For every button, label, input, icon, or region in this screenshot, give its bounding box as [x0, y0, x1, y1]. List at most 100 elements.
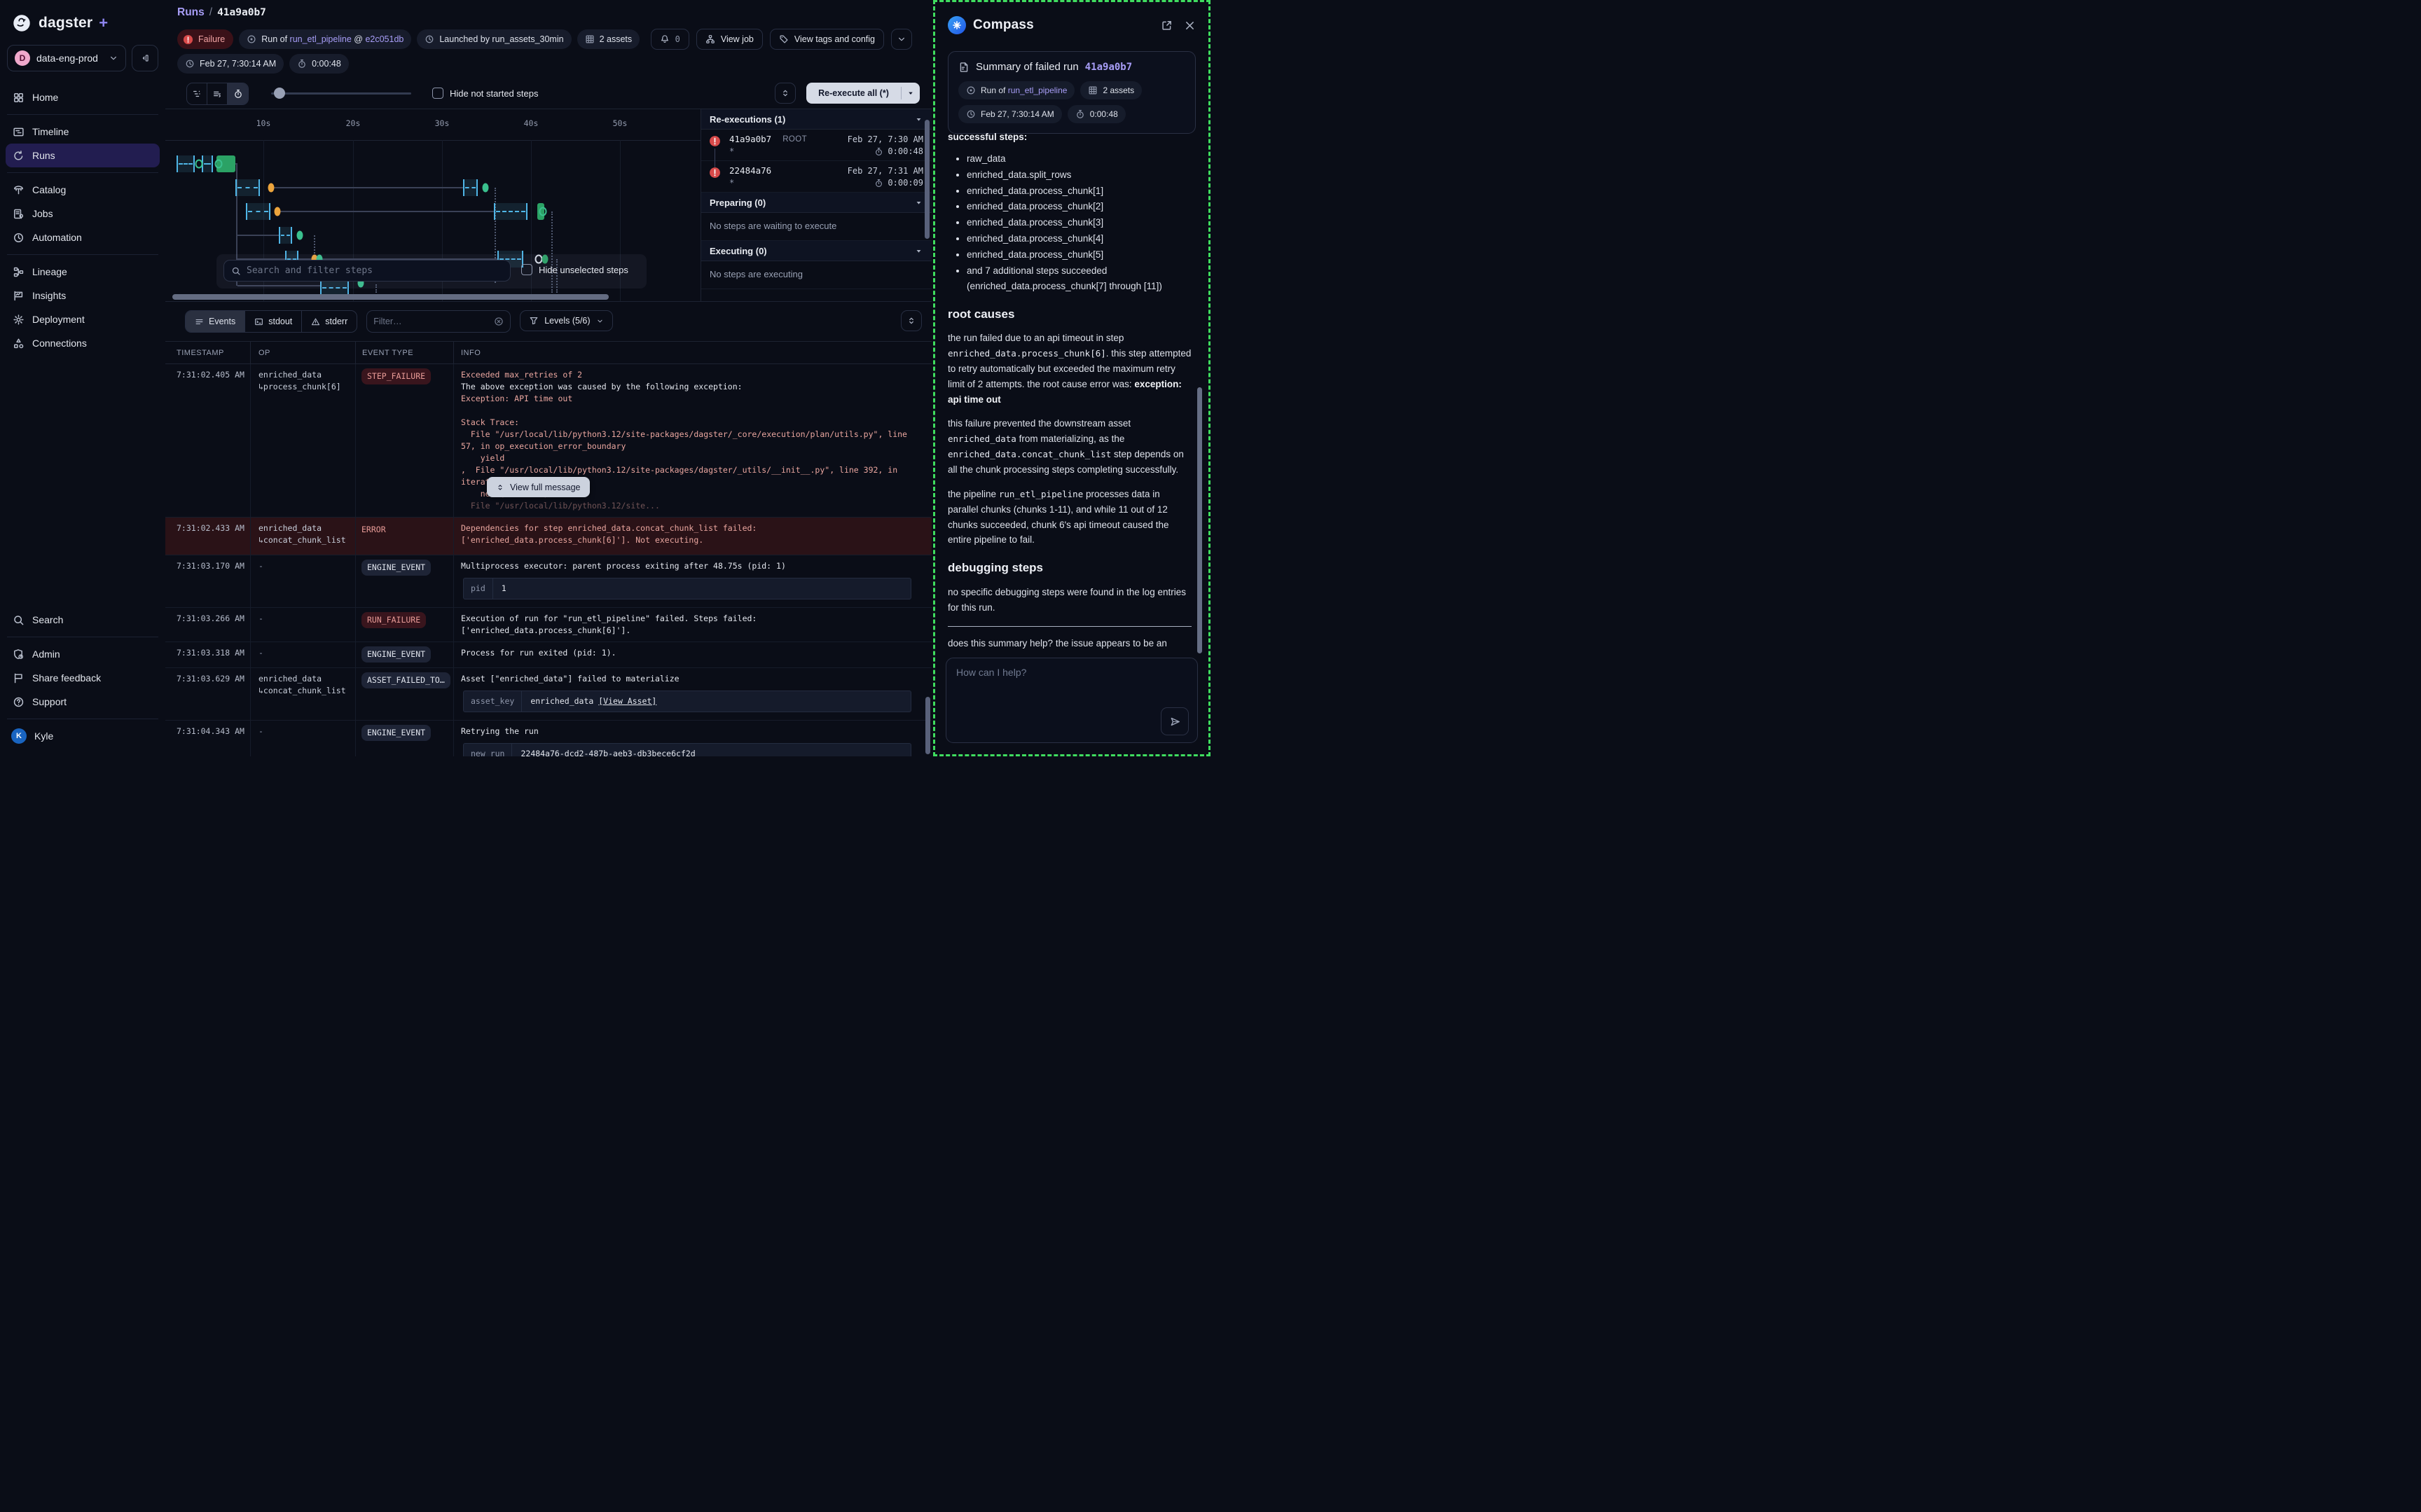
- gantt-step-bar[interactable]: [235, 179, 260, 196]
- reexecute-all-button[interactable]: Re-execute all (*): [806, 83, 920, 104]
- event-row[interactable]: 7:31:02.433 AMenriched_data↳concat_chunk…: [165, 518, 932, 555]
- gantt-step-bar[interactable]: [494, 203, 527, 220]
- hide-not-started-checkbox-row[interactable]: Hide not started steps: [432, 88, 538, 99]
- sidebar-item-admin[interactable]: Admin: [6, 642, 160, 666]
- metadata-key: new run: [464, 744, 512, 756]
- gantt-step-marker[interactable]: [297, 231, 303, 240]
- info-chip[interactable]: Feb 27, 7:30:14 AM: [177, 54, 284, 74]
- send-button[interactable]: [1161, 707, 1189, 735]
- info-chip[interactable]: 2 assets: [1080, 81, 1142, 99]
- sidebar-item-support[interactable]: Support: [6, 690, 160, 714]
- tab-stderr[interactable]: stderr: [302, 311, 357, 332]
- view-tags-config-button[interactable]: View tags and config: [770, 29, 884, 50]
- view-timed-button[interactable]: [228, 83, 248, 104]
- sidebar-item-automation[interactable]: Automation: [6, 226, 160, 249]
- view-job-button[interactable]: View job: [696, 29, 763, 50]
- gantt-horizontal-scrollbar[interactable]: [172, 294, 609, 300]
- zoom-slider-knob[interactable]: [274, 88, 285, 99]
- info-chip[interactable]: 0:00:48: [1068, 105, 1126, 123]
- event-row[interactable]: 7:31:04.343 AM-ENGINE_EVENTRetrying the …: [165, 721, 932, 756]
- sidebar-item-jobs[interactable]: Jobs: [6, 202, 160, 226]
- open-external-icon[interactable]: [1161, 20, 1173, 32]
- reexec-section-header-preparing-0-[interactable]: Preparing (0): [701, 193, 932, 213]
- zoom-slider[interactable]: [271, 92, 411, 95]
- gantt-step-marker[interactable]: [275, 207, 281, 216]
- metadata-key: asset_key: [464, 691, 522, 712]
- sidebar-item-kyle[interactable]: KKyle: [6, 724, 160, 748]
- view-full-message-button[interactable]: View full message: [487, 477, 590, 497]
- levels-dropdown[interactable]: Levels (5/6): [520, 310, 612, 331]
- hide-not-started-checkbox[interactable]: [432, 88, 443, 99]
- reexecute-dropdown[interactable]: [902, 89, 920, 97]
- sidebar-item-home[interactable]: Home: [6, 85, 160, 109]
- tab-events[interactable]: Events: [186, 311, 245, 332]
- info-chip[interactable]: Launched by run_assets_30min: [417, 29, 571, 49]
- gantt-chart[interactable]: 10s20s30s40s50sHide unselected steps: [165, 109, 701, 301]
- gantt-step-marker[interactable]: [483, 183, 489, 193]
- column-header-timestamp[interactable]: TIMESTAMP: [165, 342, 251, 363]
- info-chip[interactable]: 2 assets: [577, 29, 640, 49]
- reexec-run-item[interactable]: 41a9a0b7ROOTFeb 27, 7:30 AM*0:00:48: [701, 130, 932, 161]
- sidebar-item-connections[interactable]: Connections: [6, 331, 160, 355]
- hide-unselected-checkbox[interactable]: [521, 264, 532, 275]
- summary-run-id-link[interactable]: 41a9a0b7: [1085, 62, 1132, 73]
- hide-unselected-checkbox-row[interactable]: Hide unselected steps: [521, 264, 628, 275]
- column-header-event-type[interactable]: EVENT TYPE: [356, 342, 454, 363]
- event-timestamp: 7:31:03.266 AM: [165, 608, 251, 641]
- sidebar-collapse-button[interactable]: [132, 45, 158, 71]
- compass-chat-input[interactable]: [956, 667, 1187, 707]
- gantt-step-bar[interactable]: [279, 227, 292, 244]
- gantt-step-marker[interactable]: [539, 207, 547, 216]
- event-row[interactable]: 7:31:03.170 AM-ENGINE_EVENTMultiprocess …: [165, 555, 932, 608]
- reexec-run-item[interactable]: 22484a76Feb 27, 7:31 AM*0:00:09: [701, 161, 932, 193]
- grid-icon: [1088, 85, 1098, 95]
- run-id[interactable]: 41a9a0b7: [729, 134, 771, 144]
- metadata-link[interactable]: [View Asset]: [598, 696, 656, 706]
- sidebar-item-share-feedback[interactable]: Share feedback: [6, 666, 160, 690]
- sidebar-item-deployment[interactable]: Deployment: [6, 307, 160, 331]
- view-waterfall-button[interactable]: [187, 83, 207, 104]
- deployment-selector[interactable]: D data-eng-prod: [7, 45, 126, 71]
- gantt-step-bar[interactable]: [246, 203, 270, 220]
- event-row[interactable]: 7:31:03.629 AMenriched_data↳concat_chunk…: [165, 668, 932, 721]
- tab-stdout[interactable]: stdout: [245, 311, 302, 332]
- info-chip[interactable]: Run of run_etl_pipeline @ e2c051db: [239, 29, 411, 49]
- events-scrollbar[interactable]: [925, 697, 930, 754]
- sidebar-item-search[interactable]: Search: [6, 608, 160, 632]
- sidebar-item-insights[interactable]: Insights: [6, 284, 160, 307]
- sidebar-item-timeline[interactable]: Timeline: [6, 120, 160, 144]
- reexec-scrollbar[interactable]: [925, 120, 930, 239]
- step-search-input[interactable]: [247, 265, 503, 276]
- reexec-section-header-re-executions-1-[interactable]: Re-executions (1): [701, 109, 932, 130]
- column-header-op[interactable]: OP: [251, 342, 356, 363]
- alerts-button[interactable]: 0: [651, 29, 689, 50]
- info-chip[interactable]: Feb 27, 7:30:14 AM: [958, 105, 1062, 123]
- event-row[interactable]: 7:31:03.318 AM-ENGINE_EVENTProcess for r…: [165, 642, 932, 668]
- metadata-link[interactable]: 22484a76-dcd2-487b-aeb3-db3bece6cf2d: [520, 749, 695, 756]
- column-header-info[interactable]: INFO: [454, 342, 932, 363]
- close-icon[interactable]: [1184, 20, 1196, 32]
- gantt-step-bar[interactable]: [463, 179, 478, 196]
- info-chip[interactable]: Run of run_etl_pipeline: [958, 81, 1075, 99]
- gantt-step-marker[interactable]: [195, 160, 203, 169]
- clear-filter-icon[interactable]: [494, 317, 504, 326]
- info-chip[interactable]: 0:00:48: [289, 54, 349, 74]
- events-table-body: 7:31:02.405 AMenriched_data↳process_chun…: [165, 364, 932, 756]
- breadcrumb-runs-link[interactable]: Runs: [177, 6, 205, 18]
- gantt-step-bar[interactable]: [177, 155, 195, 172]
- gantt-step-bar[interactable]: [202, 155, 213, 172]
- more-actions-button[interactable]: [891, 29, 912, 50]
- sidebar-item-lineage[interactable]: Lineage: [6, 260, 160, 284]
- sidebar-item-catalog[interactable]: Catalog: [6, 178, 160, 202]
- sidebar-item-runs[interactable]: Runs: [6, 144, 160, 167]
- sort-order-button[interactable]: [901, 310, 922, 331]
- expand-panel-button[interactable]: [775, 83, 796, 104]
- log-filter-input[interactable]: [373, 317, 489, 326]
- run-id[interactable]: 22484a76: [729, 165, 771, 176]
- event-row[interactable]: 7:31:03.266 AM-RUN_FAILUREExecution of r…: [165, 608, 932, 642]
- gantt-step-marker[interactable]: [268, 183, 275, 193]
- gantt-step-marker[interactable]: [215, 160, 223, 169]
- view-flat-button[interactable]: [207, 83, 228, 104]
- reexec-section-header-executing-0-[interactable]: Executing (0): [701, 241, 932, 261]
- compass-scrollbar[interactable]: [1197, 387, 1202, 653]
